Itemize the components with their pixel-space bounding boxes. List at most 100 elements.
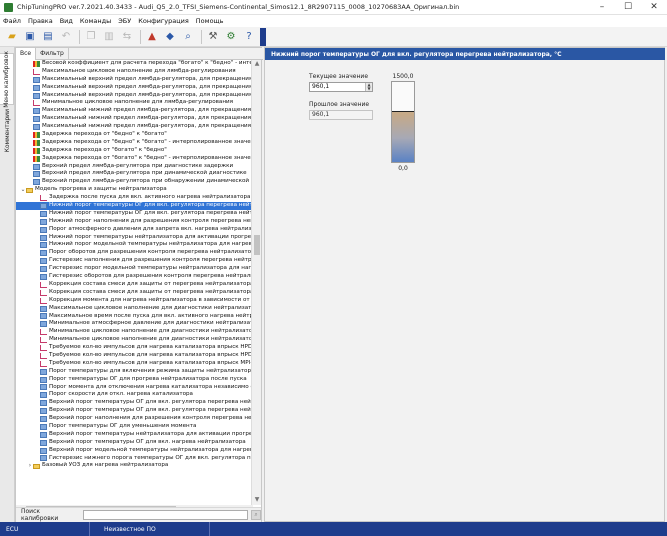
chart-icon <box>33 131 40 138</box>
tree-vertical-scrollbar[interactable]: ▲ ▼ <box>251 60 261 505</box>
search-go-icon[interactable]: ⌕ <box>251 510 261 520</box>
tree-item[interactable]: Гистерезис оборотов для разрешения контр… <box>16 273 253 281</box>
minimize-button[interactable]: – <box>589 0 615 15</box>
menu-view[interactable]: Вид <box>60 17 73 25</box>
tree-item[interactable]: Минимальное атмосферное давление для диа… <box>16 320 253 328</box>
tree-item[interactable]: Коррекция состава смеси для защиты от пе… <box>16 281 253 289</box>
maximize-button[interactable]: ☐ <box>615 0 641 15</box>
tree-item[interactable]: Коррекция момента для нагрева нейтрализа… <box>16 297 253 305</box>
scroll-up-icon[interactable]: ▲ <box>252 60 262 69</box>
menu-commands[interactable]: Команды <box>80 17 111 25</box>
tree-item[interactable]: Весовой коэффициент для расчета перехода… <box>16 60 253 68</box>
tree-item[interactable]: Максимальный верхний предел лямбда-регул… <box>16 92 253 100</box>
tree-item[interactable]: Минимальное цикловое наполнение для лямб… <box>16 99 253 107</box>
gauge-max-label: 1500,0 <box>392 73 414 80</box>
tree-item[interactable]: Нижний порог температуры нейтрализатора … <box>16 234 253 242</box>
navigate-icon[interactable]: ◆ <box>162 29 178 45</box>
tree-item[interactable]: Нижний порог температуры ОГ для вкл. рег… <box>16 202 253 210</box>
tree-item[interactable]: Гистерезис нижнего порога температуры ОГ… <box>16 455 253 463</box>
toolbar-overflow-icon[interactable] <box>260 27 266 46</box>
spin-arrows-icon[interactable]: ▲ ▼ <box>365 83 372 91</box>
tree-item[interactable]: Гистерезис наполнения для разрешения кон… <box>16 257 253 265</box>
tree-item[interactable]: Максимальное время после пуска для вкл. … <box>16 313 253 321</box>
status-ecu[interactable]: ECU <box>0 522 90 536</box>
previous-value-field: 960,1 <box>309 110 373 120</box>
tree-item[interactable]: Порог температуры для включения режима з… <box>16 368 253 376</box>
tree-item[interactable]: Порог скорости для откл. нагрева катализ… <box>16 391 253 399</box>
close-button[interactable]: ✕ <box>641 0 667 15</box>
current-value-input[interactable]: 960,1 ▲ ▼ <box>309 82 373 92</box>
tree-item[interactable]: Минимальное цикловое наполнение для диаг… <box>16 328 253 336</box>
tree-item[interactable]: Верхний порог модельной температуры нейт… <box>16 447 253 455</box>
tree-item[interactable]: Максимальное цикловое наполнение для диа… <box>16 305 253 313</box>
calibration-tree[interactable]: Весовой коэффициент для расчета перехода… <box>16 60 253 505</box>
tree-item[interactable]: Гистерезис порог модельной температуры н… <box>16 265 253 273</box>
paste-icon[interactable]: ▥ <box>101 29 117 45</box>
menu-file[interactable]: Файл <box>3 17 21 25</box>
tree-item[interactable]: Порог атмосферного давления для запрета … <box>16 226 253 234</box>
tree-item[interactable]: Верхний предел лямбда-регулятора при обн… <box>16 178 253 186</box>
tree-item[interactable]: Задержка перехода от "бедно" к "богато" … <box>16 139 253 147</box>
tree-item[interactable]: Порог температуры ОГ для прогрева нейтра… <box>16 376 253 384</box>
tree-item[interactable]: Максимальное цикловое наполнение для лям… <box>16 68 253 76</box>
tree-item[interactable]: Максимальный верхний предел лямбда-регул… <box>16 84 253 92</box>
value-gauge[interactable] <box>391 81 415 163</box>
chart-dropdown-icon[interactable]: ▲ <box>144 29 160 45</box>
tree-item[interactable]: Порог температуры ОГ для уменьшения моме… <box>16 423 253 431</box>
tree-item[interactable]: Максимальный верхний предел лямбда-регул… <box>16 76 253 84</box>
tree-item[interactable]: Верхний порог температуры нейтрализатора… <box>16 431 253 439</box>
tab-filter[interactable]: Фильтр <box>36 48 69 60</box>
menu-edit[interactable]: Правка <box>28 17 53 25</box>
tree-item[interactable]: Максимальный нижний предел лямбда-регуля… <box>16 115 253 123</box>
tree-item[interactable]: Нижний порог модельной температуры нейтр… <box>16 241 253 249</box>
tree-item[interactable]: Максимальный нижний предел лямбда-регуля… <box>16 123 253 131</box>
tree-item[interactable]: Задержка перехода от "богато" к "бедно" <box>16 147 253 155</box>
scroll-thumb[interactable] <box>254 235 260 255</box>
tree-item[interactable]: Требуемое кол-во импульсов для нагрева к… <box>16 352 253 360</box>
val-icon <box>40 266 47 273</box>
tree-item[interactable]: Верхний порог температуры ОГ для вкл. ре… <box>16 407 253 415</box>
tree-folder[interactable]: ⌄ Модель прогрева и защиты нейтрализатора <box>16 186 253 194</box>
tree-item[interactable]: Порог момента для отключения нагрева кат… <box>16 384 253 392</box>
tab-all[interactable]: Все <box>16 48 37 60</box>
tab-calibration-menu[interactable]: Меню калибровок <box>0 51 14 107</box>
help-icon[interactable]: ? <box>241 29 257 45</box>
tree-item[interactable]: Нижний порог температуры ОГ для вкл. рег… <box>16 210 253 218</box>
tree-item[interactable]: Требуемое кол-во импульсов для нагрева к… <box>16 344 253 352</box>
tree-item[interactable]: Задержка перехода от "бедно" к "богато" <box>16 131 253 139</box>
tree-item[interactable]: Задержка после пуска для вкл. активного … <box>16 194 253 202</box>
compare-icon[interactable]: ⇆ <box>119 29 135 45</box>
tree-item[interactable]: Верхний предел лямбда-регулятора при диа… <box>16 163 253 171</box>
menu-configuration[interactable]: Конфигурация <box>138 17 189 25</box>
tools-icon[interactable]: ⚒ <box>205 29 221 45</box>
tree-item[interactable]: Верхний порог температуры ОГ для вкл. ре… <box>16 399 253 407</box>
tree-folder[interactable]: › Базовый УОЗ для нагрева нейтрализатора <box>16 462 253 470</box>
menu-help[interactable]: Помощь <box>196 17 224 25</box>
undo-icon[interactable]: ↶ <box>58 29 74 45</box>
tree-item[interactable]: Задержка перехода от "богато" к "бедно" … <box>16 155 253 163</box>
search-icon[interactable]: ⌕ <box>180 29 196 45</box>
search-input[interactable] <box>82 510 249 520</box>
tree-item[interactable]: Верхний предел лямбда-регулятора при дин… <box>16 170 253 178</box>
tree-item-label: Нижний порог модельной температуры нейтр… <box>49 241 253 248</box>
tree-item[interactable]: Требуемое кол-во импульсов для нагрева к… <box>16 360 253 368</box>
copy-icon[interactable]: ❐ <box>83 29 99 45</box>
tab-comments[interactable]: Комментарии <box>0 109 14 153</box>
tree-item[interactable]: Максимальный нижний предел лямбда-регуля… <box>16 107 253 115</box>
tree-item[interactable]: Нижний порог наполнения для разрешения к… <box>16 218 253 226</box>
tree-item[interactable]: Верхний порог температуры ОГ для вкл. на… <box>16 439 253 447</box>
tree-item-label: Порог оборотов для разрешения контроля п… <box>49 249 253 256</box>
tree-item[interactable]: Коррекция состава смеси для защиты от пе… <box>16 289 253 297</box>
save-as-icon[interactable]: ▤ <box>40 29 56 45</box>
menu-ecu[interactable]: ЭБУ <box>118 17 131 25</box>
scroll-down-icon[interactable]: ▼ <box>252 496 262 505</box>
tree-item[interactable]: Минимальное цикловое наполнение для диаг… <box>16 336 253 344</box>
tree-item-label: Модель прогрева и защиты нейтрализатора <box>35 186 167 193</box>
tree-item[interactable]: Верхний порог наполнения для разрешения … <box>16 415 253 423</box>
settings-icon[interactable]: ⚙ <box>223 29 239 45</box>
val-icon <box>40 273 47 280</box>
open-folder-icon[interactable]: ▰ <box>4 29 20 45</box>
save-icon[interactable]: ▣ <box>22 29 38 45</box>
tree-item-label: Коррекция состава смеси для защиты от пе… <box>49 280 253 287</box>
tree-item[interactable]: Порог оборотов для разрешения контроля п… <box>16 249 253 257</box>
